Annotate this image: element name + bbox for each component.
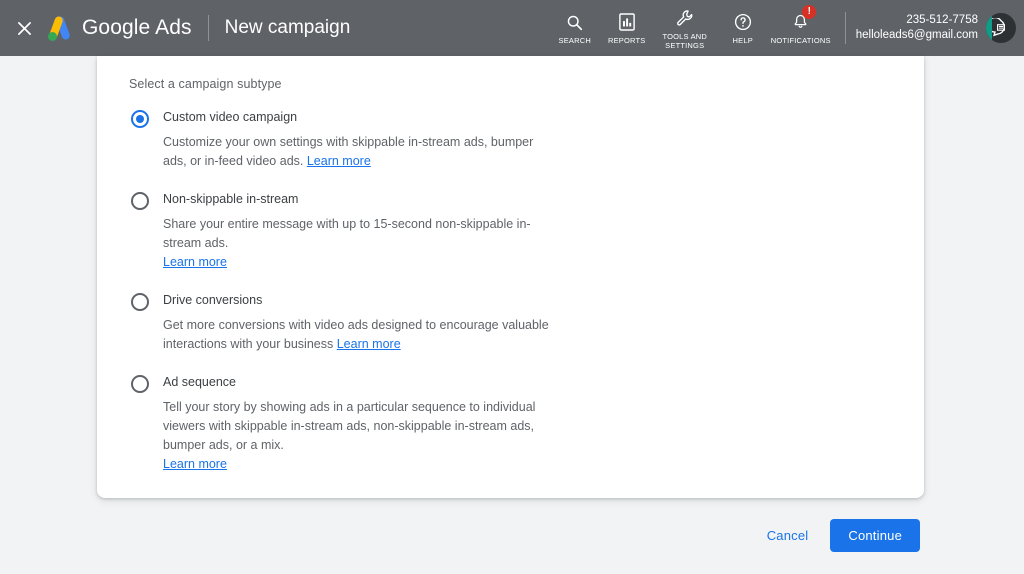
reports-icon xyxy=(618,11,635,33)
option-description: Tell your story by showing ads in a part… xyxy=(163,398,555,474)
toolbar-item-search[interactable]: SEARCH xyxy=(549,0,601,56)
google-ads-logo-icon xyxy=(46,15,72,41)
option-non-skippable-in-stream[interactable]: Non-skippable in-stream Share your entir… xyxy=(127,191,894,272)
option-body: Drive conversions Get more conversions w… xyxy=(163,292,555,354)
option-description-text: Tell your story by showing ads in a part… xyxy=(163,400,536,452)
toolbar-item-reports[interactable]: REPORTS xyxy=(601,0,653,56)
learn-more-link[interactable]: Learn more xyxy=(337,337,401,351)
option-ad-sequence[interactable]: Ad sequence Tell your story by showing a… xyxy=(127,374,894,474)
option-description: Get more conversions with video ads desi… xyxy=(163,316,555,354)
option-title[interactable]: Ad sequence xyxy=(163,374,555,391)
radio-drive-conversions[interactable] xyxy=(131,293,149,311)
option-title[interactable]: Custom video campaign xyxy=(163,109,555,126)
option-body: Non-skippable in-stream Share your entir… xyxy=(163,191,555,272)
learn-more-link[interactable]: Learn more xyxy=(307,154,371,168)
option-title[interactable]: Non-skippable in-stream xyxy=(163,191,555,208)
page-title: New campaign xyxy=(224,17,351,38)
close-icon[interactable] xyxy=(10,14,38,42)
campaign-subtype-card: Select a campaign subtype Custom video c… xyxy=(97,56,924,498)
continue-button[interactable]: Continue xyxy=(830,519,920,552)
content-area: Select a campaign subtype Custom video c… xyxy=(0,56,1024,574)
toolbar-label-search: SEARCH xyxy=(558,36,591,45)
radio-ad-sequence[interactable] xyxy=(131,375,149,393)
toolbar-label-reports: REPORTS xyxy=(607,36,646,45)
learn-more-link[interactable]: Learn more xyxy=(163,255,227,269)
option-description: Customize your own settings with skippab… xyxy=(163,133,555,171)
option-title[interactable]: Drive conversions xyxy=(163,292,555,309)
brand-name: Google Ads xyxy=(82,16,192,39)
avatar-teal-edge xyxy=(986,13,992,43)
toolbar-label-help: HELP xyxy=(732,36,753,45)
option-drive-conversions[interactable]: Drive conversions Get more conversions w… xyxy=(127,292,894,354)
tools-wrench-icon xyxy=(676,7,694,29)
search-icon xyxy=(566,11,583,33)
notifications-bell-icon: ! xyxy=(792,5,817,33)
chat-avatar-icon xyxy=(991,18,1005,37)
footer-actions: Cancel Continue xyxy=(757,519,920,552)
card-heading: Select a campaign subtype xyxy=(129,77,282,91)
appbar-divider-account xyxy=(844,12,846,44)
toolbar-label-tools-and-settings: TOOLS AND SETTINGS xyxy=(662,31,708,50)
account-info[interactable]: 235-512-7758 helloleads6@gmail.com xyxy=(856,13,978,43)
appbar-divider xyxy=(207,15,209,41)
option-description: Share your entire message with up to 15-… xyxy=(163,215,555,272)
toolbar-item-notifications[interactable]: ! NOTIFICATIONS xyxy=(769,0,833,56)
toolbar-item-help[interactable]: HELP xyxy=(717,0,769,56)
toolbar-item-tools-and-settings[interactable]: TOOLS AND SETTINGS xyxy=(653,0,717,56)
learn-more-link[interactable]: Learn more xyxy=(163,457,227,471)
option-custom-video-campaign[interactable]: Custom video campaign Customize your own… xyxy=(127,109,894,171)
option-body: Custom video campaign Customize your own… xyxy=(163,109,555,171)
option-body: Ad sequence Tell your story by showing a… xyxy=(163,374,555,474)
notifications-badge: ! xyxy=(802,5,817,19)
toolbar-label-notifications: NOTIFICATIONS xyxy=(770,36,831,45)
account-id: 235-512-7758 xyxy=(906,14,978,26)
account-email: helloleads6@gmail.com xyxy=(855,29,978,41)
campaign-subtype-options: Custom video campaign Customize your own… xyxy=(127,109,894,474)
radio-custom-video-campaign[interactable] xyxy=(131,110,149,128)
avatar[interactable] xyxy=(986,13,1016,43)
app-bar: Google Ads New campaign SEARCH REPORTS T… xyxy=(0,0,1024,56)
cancel-button[interactable]: Cancel xyxy=(757,520,819,551)
option-description-text: Share your entire message with up to 15-… xyxy=(163,217,531,250)
radio-non-skippable-in-stream[interactable] xyxy=(131,192,149,210)
help-icon xyxy=(734,11,752,33)
